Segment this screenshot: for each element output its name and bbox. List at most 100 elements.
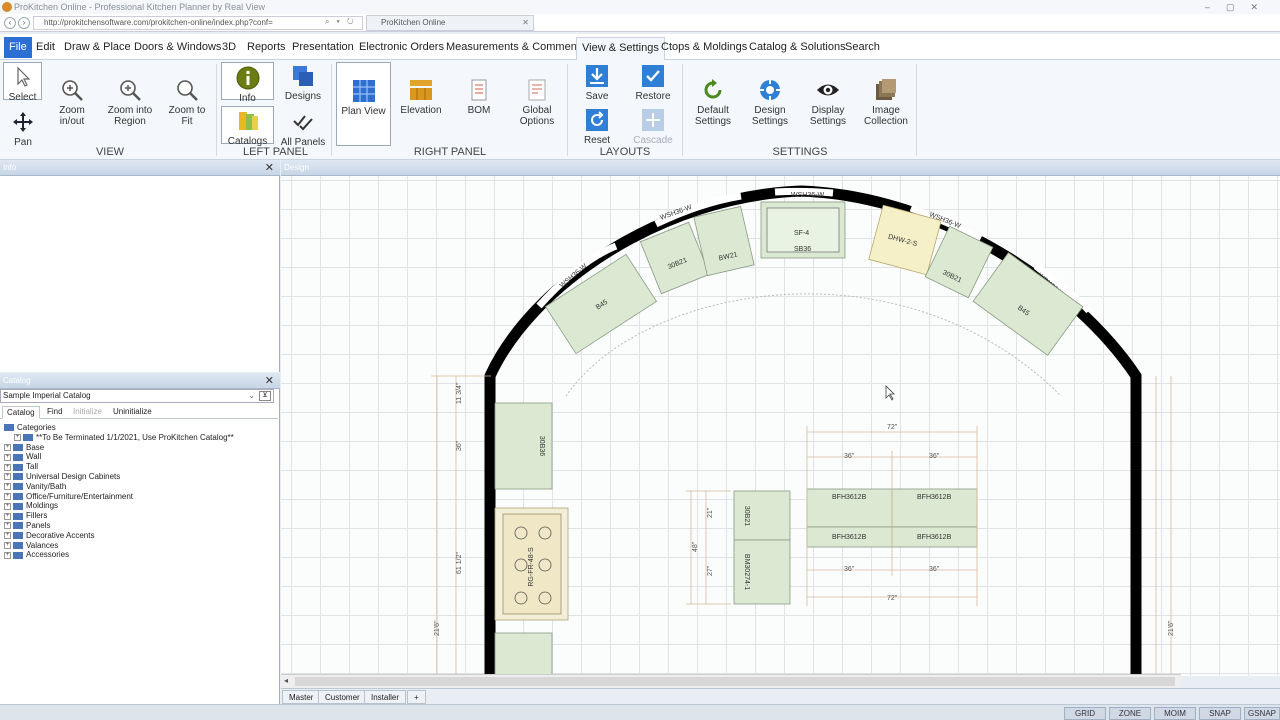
tree-item[interactable]: + Panels [4,521,234,531]
tree-item[interactable]: + **To Be Terminated 1/1/2021, Use ProKit… [4,433,234,443]
zoom-fit-button[interactable]: Zoom to Fit [168,78,206,128]
tab-catalog[interactable]: Catalog [2,406,40,419]
island[interactable]: BFH3612B BFH3612B BFH3612B BFH3612B 30B2… [733,488,978,605]
cabinet-b45[interactable]: B45 [544,253,658,355]
cabinet-30b36[interactable]: 30B36 [494,402,553,490]
tree-root[interactable]: Categories [4,423,234,433]
expand-icon[interactable]: + [4,492,11,500]
expand-icon[interactable]: + [4,473,11,481]
expand-icon[interactable]: + [4,532,11,540]
moim-toggle[interactable]: MOIM [1154,707,1196,720]
default-settings-button[interactable]: Default Settings [690,78,736,128]
expand-icon[interactable]: + [4,522,11,530]
tab-add[interactable]: + [407,690,426,704]
tab-initialize[interactable]: Initialize [69,406,106,419]
display-settings-button[interactable]: Display Settings [806,78,850,128]
tree-item[interactable]: + Base [4,443,234,453]
pan-button[interactable]: Pan [6,110,40,148]
ribbon-separator [331,64,332,156]
expand-icon[interactable]: + [4,541,11,549]
horizontal-scrollbar[interactable]: ◂ [281,674,1181,688]
url-controls[interactable]: ⌕▾↻ [325,17,361,27]
grid-toggle[interactable]: GRID [1064,707,1106,720]
expand-icon[interactable]: + [4,512,11,520]
close-icon[interactable]: ✕ [522,16,529,30]
plan-view-button[interactable]: Plan View [336,62,391,146]
reset-layout-button[interactable]: Reset [578,108,616,148]
expand-icon[interactable]: + [14,434,21,442]
menu-file[interactable]: File [4,37,32,58]
info-panel-header: Info ✕ [0,160,280,176]
select-button[interactable]: Select [3,62,42,103]
cabinet-bottom[interactable] [494,632,553,676]
window-controls[interactable]: –▢✕ [1205,0,1274,14]
menu-presentation[interactable]: Presentation [287,39,359,59]
catalog-select[interactable]: Sample Imperial Catalog ⌄ ⊻ [0,389,274,403]
filter-icon[interactable]: ⊻ [259,391,271,401]
expand-icon[interactable]: + [4,443,11,451]
close-icon[interactable]: ✕ [265,373,274,389]
bom-button[interactable]: BOM [460,78,498,118]
cascade-layout-button[interactable]: Cascade [630,108,676,148]
design-settings-button[interactable]: Design Settings [748,78,792,128]
tab-installer[interactable]: Installer [364,690,407,704]
range[interactable]: RG-FR-48-S [494,507,569,621]
floor-plan[interactable]: WSH36-W WSH36-W WSH36-W WSH36-W WSH36-W … [281,176,1280,676]
global-options-button[interactable]: Global Options [512,78,562,128]
menu-catalog-solutions[interactable]: Catalog & Solutions [744,39,851,59]
zone-toggle[interactable]: ZONE [1109,707,1151,720]
tab-find[interactable]: Find [43,406,67,419]
menu-edit[interactable]: Edit [31,39,60,59]
menu-reports[interactable]: Reports [242,39,291,59]
tab-master[interactable]: Master [282,690,321,704]
restore-layout-button[interactable]: Restore [632,64,674,104]
tree-item[interactable]: + Tall [4,462,234,472]
expand-icon[interactable]: + [4,463,11,471]
ribbon-separator [216,64,217,156]
tree-item[interactable]: + Office/Furniture/Entertainment [4,492,234,502]
catalogs-button[interactable]: Catalogs [221,106,274,147]
tree-item[interactable]: + Universal Design Cabinets [4,472,234,482]
save-layout-button[interactable]: Save [578,64,616,104]
forward-icon[interactable]: › [18,17,30,29]
tree-item[interactable]: + Moldings [4,501,234,511]
menu-search[interactable]: Search [840,39,885,59]
tree-item[interactable]: + Accessories [4,550,234,560]
tree-item[interactable]: + Valances [4,541,234,551]
sink-cabinet[interactable]: SF-4 SB36 [760,201,846,259]
all-panels-button[interactable]: All Panels [279,110,327,148]
cabinet-b45-right[interactable]: B45 [972,252,1084,356]
menu-ctops-moldings[interactable]: Ctops & Moldings [656,39,752,59]
menu-electronic-orders[interactable]: Electronic Orders [354,39,449,59]
design-canvas[interactable]: WSH36-W WSH36-W WSH36-W WSH36-W WSH36-W … [281,176,1280,676]
back-icon[interactable]: ‹ [4,17,16,29]
menu-draw-place[interactable]: Draw & Place [59,39,136,59]
snap-toggle[interactable]: SNAP [1199,707,1241,720]
tree-item[interactable]: + Wall [4,452,234,462]
scrollbar-thumb[interactable] [295,677,1175,686]
menu-doors-windows[interactable]: Doors & Windows [129,39,226,59]
scroll-left-icon[interactable]: ◂ [284,676,288,685]
url-field[interactable]: http://prokitchensoftware.com/prokitchen… [33,16,363,30]
menu-measurements-comments[interactable]: Measurements & Comments [441,39,590,59]
tree-item[interactable]: + Decorative Accents [4,531,234,541]
browser-tab[interactable]: ProKitchen Online ✕ [366,15,534,31]
expand-icon[interactable]: + [4,502,11,510]
tree-item[interactable]: + Fillers [4,511,234,521]
expand-icon[interactable]: + [4,483,11,491]
gsnap-toggle[interactable]: GSNAP [1244,707,1280,720]
expand-icon[interactable]: + [4,551,11,559]
tree-item[interactable]: + Vanity/Bath [4,482,234,492]
menu-view-settings[interactable]: View & Settings [576,37,665,61]
elevation-button[interactable]: Elevation [398,78,444,118]
menu-3d[interactable]: 3D [217,39,241,59]
designs-button[interactable]: Designs [281,64,325,104]
image-collection-button[interactable]: Image Collection [860,78,912,128]
expand-icon[interactable]: + [4,453,11,461]
tab-uninitialize[interactable]: Uninitialize [109,406,156,419]
zoom-region-button[interactable]: Zoom into Region [102,78,158,128]
zoom-inout-button[interactable]: Zoom in/out [52,78,92,128]
close-icon[interactable]: ✕ [265,160,274,176]
info-button[interactable]: Info [221,62,274,104]
tab-customer[interactable]: Customer [318,690,367,704]
